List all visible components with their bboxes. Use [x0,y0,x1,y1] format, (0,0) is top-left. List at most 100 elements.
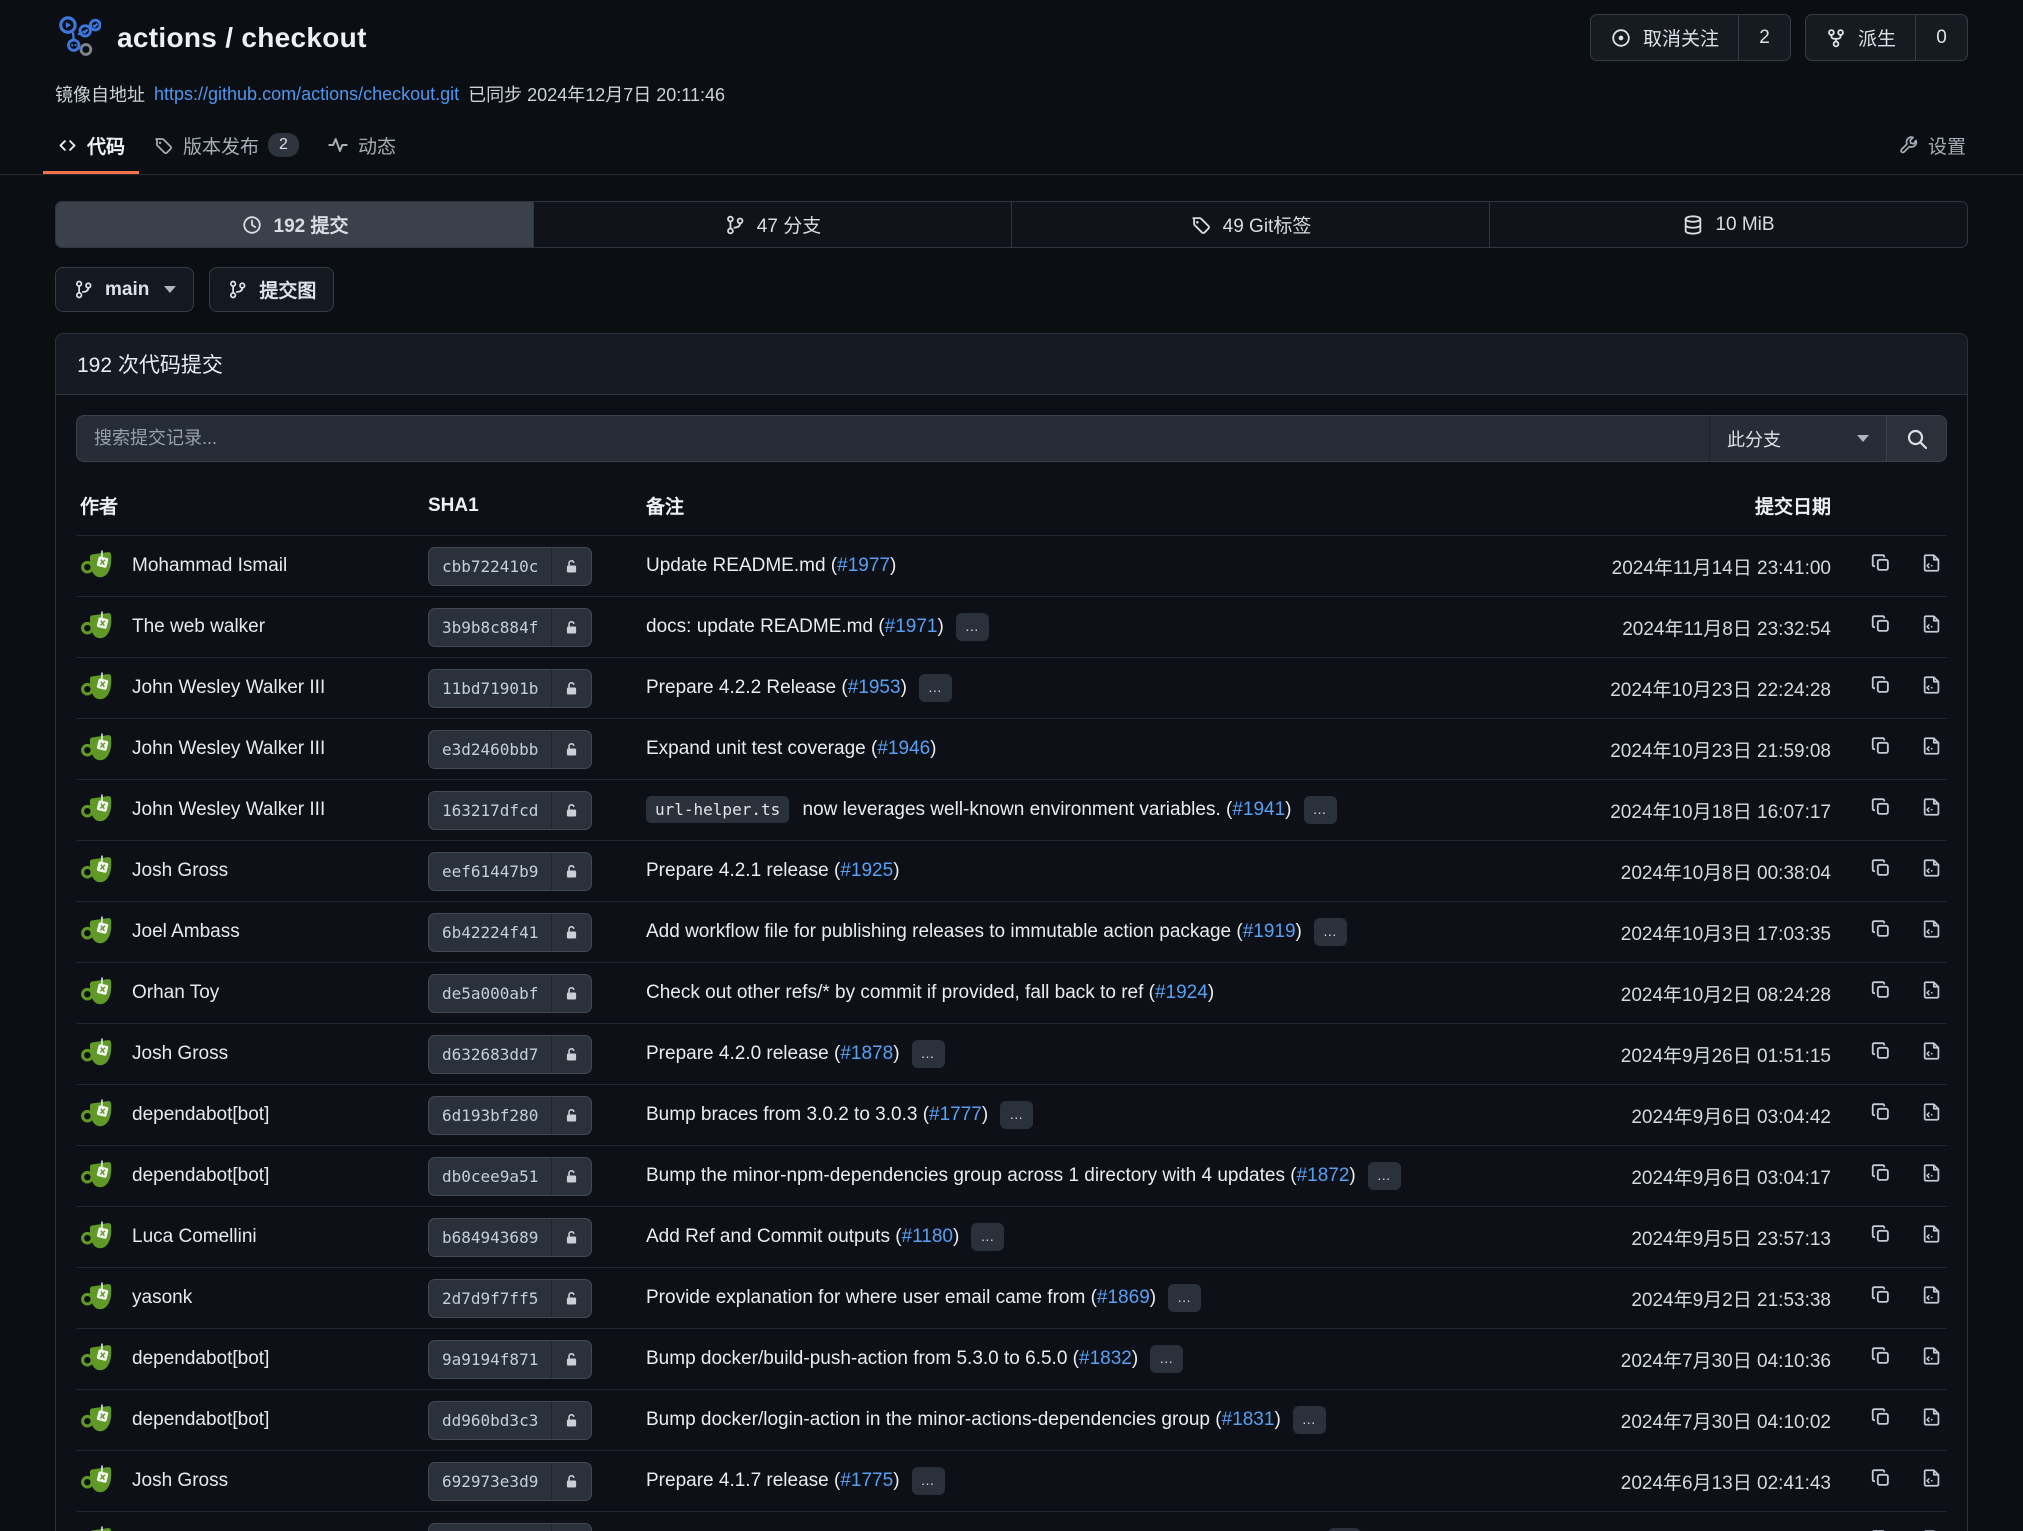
copy-sha-button[interactable] [1870,918,1892,940]
pr-link[interactable]: #1977 [837,555,890,576]
copy-sha-button[interactable] [1870,979,1892,1001]
commit-graph-button[interactable]: 提交图 [209,267,334,312]
commit-search-input[interactable] [76,415,1709,462]
browse-source-button[interactable] [1921,1101,1943,1123]
stat-repo-size[interactable]: 10 MiB [1490,202,1967,247]
copy-sha-button[interactable] [1870,674,1892,696]
pr-link[interactable]: #1953 [848,677,901,698]
browse-source-button[interactable] [1921,1223,1943,1245]
stat-commits[interactable]: 192 提交 [56,202,534,247]
tab-settings[interactable]: 设置 [1884,119,1980,174]
pr-link[interactable]: #1872 [1297,1165,1350,1186]
search-button[interactable] [1887,415,1947,462]
browse-source-button[interactable] [1921,857,1943,879]
commit-author-name[interactable]: Joel Ambass [132,921,240,943]
copy-sha-button[interactable] [1870,1284,1892,1306]
commit-sha-button[interactable]: 6ccd57f4c5 [428,1523,592,1531]
copy-sha-button[interactable] [1870,796,1892,818]
commit-author-name[interactable]: dependabot[bot] [132,1104,269,1126]
commit-message-more-button[interactable]: … [956,613,989,641]
copy-sha-button[interactable] [1870,1040,1892,1062]
commit-sha-button[interactable]: dd960bd3c3 [428,1401,592,1440]
commit-sha-button[interactable]: 3b9b8c884f [428,608,592,647]
commit-sha-button[interactable]: 6d193bf280 [428,1096,592,1135]
commit-author-name[interactable]: Josh Gross [132,1470,228,1492]
branch-selector[interactable]: main [55,267,194,312]
pr-link[interactable]: #1924 [1155,982,1208,1003]
commit-message-more-button[interactable]: … [1304,796,1337,824]
unwatch-button[interactable]: 取消关注 [1591,15,1738,60]
browse-source-button[interactable] [1921,1345,1943,1367]
pr-link[interactable]: #1832 [1079,1348,1132,1369]
copy-sha-button[interactable] [1870,1345,1892,1367]
tab-releases[interactable]: 版本发布 2 [139,119,313,174]
commit-sha-button[interactable]: e3d2460bbb [428,730,592,769]
pr-link[interactable]: #1946 [877,738,930,759]
commit-sha-button[interactable]: b684943689 [428,1218,592,1257]
commit-message-more-button[interactable]: … [1293,1406,1326,1434]
tab-code[interactable]: 代码 [43,119,139,174]
pr-link[interactable]: #1925 [840,860,893,881]
commit-author-name[interactable]: dependabot[bot] [132,1409,269,1431]
copy-sha-button[interactable] [1870,1406,1892,1428]
commit-author-name[interactable]: dependabot[bot] [132,1165,269,1187]
commit-sha-button[interactable]: 2d7d9f7ff5 [428,1279,592,1318]
browse-source-button[interactable] [1921,735,1943,757]
commit-message-more-button[interactable]: … [1000,1101,1033,1129]
commit-author-name[interactable]: Mohammad Ismail [132,555,287,577]
browse-source-button[interactable] [1921,613,1943,635]
commit-author-name[interactable]: dependabot[bot] [132,1348,269,1370]
browse-source-button[interactable] [1921,1162,1943,1184]
pr-link[interactable]: #1775 [840,1470,893,1491]
commit-message-more-button[interactable]: … [1150,1345,1183,1373]
commit-message-more-button[interactable]: … [919,674,952,702]
pr-link[interactable]: #1777 [929,1104,982,1125]
commit-sha-button[interactable]: cbb722410c [428,547,592,586]
copy-sha-button[interactable] [1870,1162,1892,1184]
copy-sha-button[interactable] [1870,735,1892,757]
commit-message-more-button[interactable]: … [1168,1284,1201,1312]
commit-author-name[interactable]: The web walker [132,616,265,638]
copy-sha-button[interactable] [1870,1467,1892,1489]
watchers-count[interactable]: 2 [1738,15,1790,60]
pr-link[interactable]: #1831 [1222,1409,1275,1430]
pr-link[interactable]: #1941 [1232,799,1285,820]
commit-author-name[interactable]: Luca Comellini [132,1226,257,1248]
commit-sha-button[interactable]: 11bd71901b [428,669,592,708]
mirror-url-link[interactable]: https://github.com/actions/checkout.git [154,84,459,105]
tab-activity[interactable]: 动态 [313,119,410,174]
commit-author-name[interactable]: Josh Gross [132,860,228,882]
copy-sha-button[interactable] [1870,1101,1892,1123]
pr-link[interactable]: #1869 [1097,1287,1150,1308]
commit-sha-button[interactable]: d632683dd7 [428,1035,592,1074]
stat-branches[interactable]: 47 分支 [534,202,1012,247]
pr-link[interactable]: #1971 [885,616,938,637]
browse-source-button[interactable] [1921,918,1943,940]
stat-tags[interactable]: 49 Git标签 [1012,202,1490,247]
commit-author-name[interactable]: John Wesley Walker III [132,799,325,821]
browse-source-button[interactable] [1921,552,1943,574]
commit-message-more-button[interactable]: … [1368,1162,1401,1190]
commit-message-more-button[interactable]: … [912,1040,945,1068]
commit-sha-button[interactable]: 6b42224f41 [428,913,592,952]
copy-sha-button[interactable] [1870,1223,1892,1245]
commit-author-name[interactable]: Josh Gross [132,1043,228,1065]
commit-author-name[interactable]: yasonk [132,1287,192,1309]
pr-link[interactable]: #1919 [1243,921,1296,942]
pr-link[interactable]: #1878 [840,1043,893,1064]
search-scope-dropdown[interactable]: 此分支 [1709,415,1887,462]
commit-sha-button[interactable]: de5a000abf [428,974,592,1013]
commit-message-more-button[interactable]: … [912,1467,945,1495]
browse-source-button[interactable] [1921,674,1943,696]
browse-source-button[interactable] [1921,979,1943,1001]
commit-author-name[interactable]: John Wesley Walker III [132,738,325,760]
commit-message-more-button[interactable]: … [971,1223,1004,1251]
forks-count[interactable]: 0 [1915,15,1967,60]
browse-source-button[interactable] [1921,1284,1943,1306]
commit-sha-button[interactable]: eef61447b9 [428,852,592,891]
commit-author-name[interactable]: John Wesley Walker III [132,677,325,699]
browse-source-button[interactable] [1921,1467,1943,1489]
copy-sha-button[interactable] [1870,857,1892,879]
browse-source-button[interactable] [1921,1406,1943,1428]
commit-sha-button[interactable]: 692973e3d9 [428,1462,592,1501]
